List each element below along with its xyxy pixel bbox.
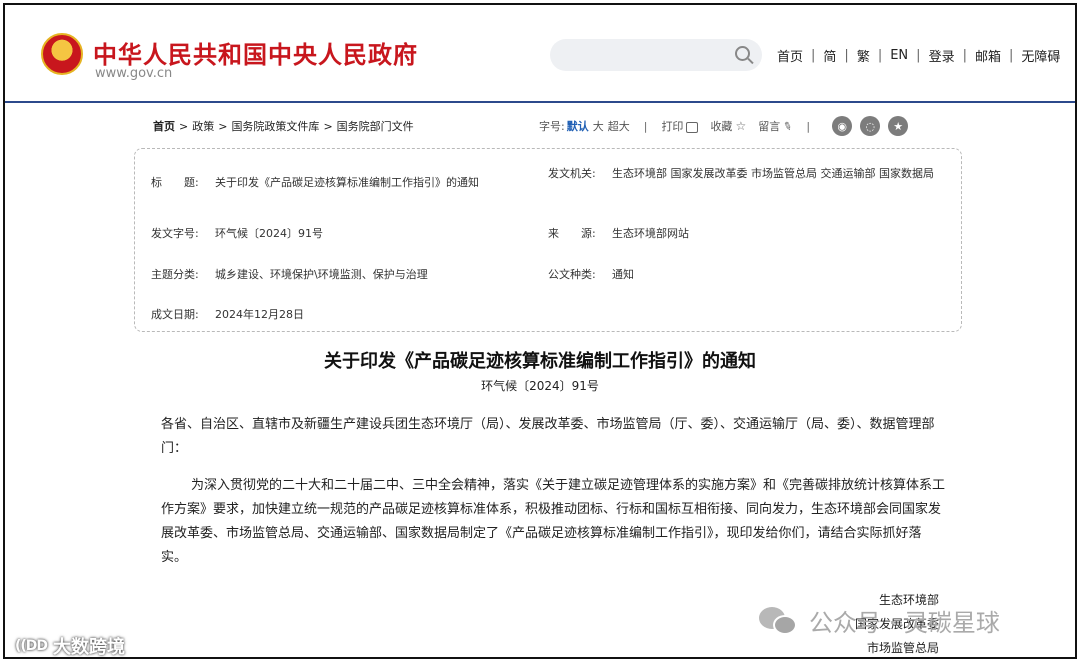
info-docno-value: 环气候〔2024〕91号: [215, 227, 323, 240]
star-icon: ☆: [735, 119, 747, 133]
wechat-logo-icon: [759, 605, 799, 637]
document-info-panel: 标 题: 关于印发《产品碳足迹核算标准编制工作指引》的通知 发文机关: 生态环境部 …: [134, 148, 962, 332]
nav-separator: |: [916, 48, 921, 63]
nav-separator: |: [877, 48, 883, 63]
info-type-value: 通知: [612, 268, 634, 281]
info-issuer: 发文机关: 生态环境部 国家发展改革委 市场监管总局 交通运输部 国家数据局: [548, 165, 948, 182]
tools-separator: |: [806, 119, 811, 133]
breadcrumb-home[interactable]: 首页: [153, 120, 175, 133]
top-navigation: 首页 | 简 | 繁 | EN | 登录 | 邮箱 | 无障碍: [777, 46, 1060, 65]
corner-watermark: ((DD 大数跨境: [15, 633, 126, 658]
favorite-share-icon[interactable]: ★: [888, 116, 909, 136]
document-addressee: 各省、自治区、直辖市及新疆生产建设兵团生态环境厅（局）、发展改革委、市场监管局（…: [161, 417, 935, 456]
nav-separator: |: [962, 48, 967, 63]
document-number: 环气候〔2024〕91号: [481, 379, 599, 393]
info-source-label: 来 源:: [548, 227, 596, 240]
font-size-default[interactable]: 默认: [567, 118, 589, 134]
info-issuer-value: 生态环境部 国家发展改革委 市场监管总局 交通运输部 国家数据局: [612, 167, 934, 180]
info-title: 标 题: 关于印发《产品碳足迹核算标准编制工作指引》的通知: [151, 174, 541, 191]
info-date-value: 2024年12月28日: [215, 308, 304, 321]
breadcrumb-policy[interactable]: 政策: [192, 120, 214, 133]
nav-mailbox[interactable]: 邮箱: [975, 46, 1001, 65]
pencil-icon: ✎: [781, 118, 795, 135]
nav-separator: |: [811, 48, 816, 63]
document-body-paragraph: 为深入贯彻党的二十大和二十届二中、三中全会精神，落实《关于建立碳足迹管理体系的实…: [161, 478, 946, 565]
breadcrumb-policy-library[interactable]: 国务院政策文件库: [231, 120, 319, 133]
info-source-value: 生态环境部网站: [612, 227, 689, 240]
comment-label: 留言: [758, 120, 781, 133]
wechat-watermark: 公众号 · 灵碳星球: [759, 603, 1000, 638]
nav-english[interactable]: EN: [890, 48, 908, 63]
print-label: 打印: [661, 120, 684, 133]
nav-traditional[interactable]: 繁: [857, 46, 870, 65]
info-topic-label: 主题分类:: [151, 268, 199, 281]
favorite-button[interactable]: 收藏 ☆: [710, 118, 746, 134]
info-docno: 发文字号: 环气候〔2024〕91号: [151, 225, 541, 242]
print-button[interactable]: 打印: [661, 118, 699, 134]
corner-watermark-text: 大数跨境: [53, 637, 126, 658]
info-docno-label: 发文字号:: [151, 227, 199, 240]
wechat-share-icon[interactable]: ◌: [860, 116, 881, 136]
browser-frame: 中华人民共和国中央人民政府 www.gov.cn 首页 | 简 | 繁 | EN…: [3, 3, 1077, 659]
comment-button[interactable]: 留言✎: [758, 118, 795, 135]
nav-simplified[interactable]: 简: [823, 46, 836, 65]
info-issuer-label: 发文机关:: [548, 167, 596, 180]
tools-separator: |: [643, 119, 648, 133]
font-size-xlarge[interactable]: 超大: [608, 118, 630, 134]
font-size-label: 字号:: [539, 120, 565, 133]
favorite-label: 收藏: [710, 120, 733, 133]
document-title: 关于印发《产品碳足迹核算标准编制工作指引》的通知: [324, 351, 756, 372]
info-topic-value: 城乡建设、环境保护\环境监测、保护与治理: [215, 268, 428, 281]
national-emblem-icon[interactable]: [41, 33, 83, 75]
info-type: 公文种类: 通知: [548, 266, 948, 283]
info-type-label: 公文种类:: [548, 268, 596, 281]
signer-samr: 市场监管总局: [866, 641, 939, 655]
nav-login[interactable]: 登录: [929, 46, 955, 65]
nav-separator: |: [1008, 48, 1014, 63]
info-date: 成文日期: 2024年12月28日: [151, 306, 541, 323]
site-url: www.gov.cn: [95, 66, 173, 81]
info-title-label: 标 题:: [151, 176, 199, 189]
info-topic: 主题分类: 城乡建设、环境保护\环境监测、保护与治理: [151, 266, 541, 283]
search-icon[interactable]: [735, 46, 750, 61]
weibo-share-icon[interactable]: ◉: [832, 116, 853, 136]
nav-home[interactable]: 首页: [777, 46, 803, 65]
info-date-label: 成文日期:: [151, 308, 199, 321]
wechat-watermark-text: 公众号 · 灵碳星球: [809, 609, 1000, 637]
search-input[interactable]: [550, 39, 762, 71]
breadcrumb: 首页 > 政策 > 国务院政策文件库 > 国务院部门文件: [153, 118, 414, 134]
site-header: 中华人民共和国中央人民政府 www.gov.cn 首页 | 简 | 繁 | EN…: [5, 5, 1075, 103]
font-size-large[interactable]: 大: [593, 118, 604, 134]
nav-separator: |: [844, 48, 849, 63]
breadcrumb-separator: >: [179, 120, 189, 133]
breadcrumb-separator: >: [218, 120, 228, 133]
article-tools: 字号: 默认 大 超大 | 打印 收藏 ☆ 留言✎ | ◉ ◌ ★: [539, 116, 909, 136]
nav-accessibility[interactable]: 无障碍: [1021, 46, 1060, 65]
site-title[interactable]: 中华人民共和国中央人民政府: [93, 35, 418, 70]
corner-watermark-logo: ((DD: [15, 638, 48, 654]
info-title-value: 关于印发《产品碳足迹核算标准编制工作指引》的通知: [215, 176, 479, 189]
breadcrumb-dept-docs[interactable]: 国务院部门文件: [337, 120, 414, 133]
breadcrumb-separator: >: [323, 120, 333, 133]
printer-icon: [686, 121, 699, 133]
info-source: 来 源: 生态环境部网站: [548, 225, 948, 242]
